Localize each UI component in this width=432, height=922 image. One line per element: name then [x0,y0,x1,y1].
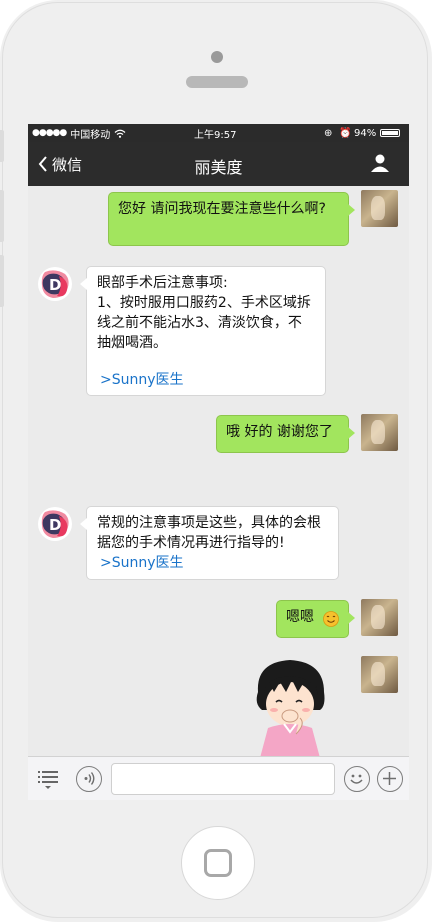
message-bubble-incoming[interactable]: 常规的注意事项是这些，具体的会根据您的手术情况再进行指导的! >Sunny医生 [80,506,339,580]
battery-icon [380,129,400,137]
smiley-icon [350,774,363,784]
home-button[interactable] [181,826,255,900]
my-avatar[interactable] [361,656,398,693]
svg-text:D: D [49,516,61,534]
cartoon-girl-sticker[interactable] [250,658,334,758]
my-avatar[interactable] [361,414,398,451]
message-text: 嗯嗯 [286,609,314,625]
message-text: 眼部手术后注意事项: 1、按时服用口服药2、手术区域拆线之前不能沾水3、清淡饮食… [97,275,311,351]
input-bar [28,756,409,800]
message-bubble-incoming[interactable]: 眼部手术后注意事项: 1、按时服用口服药2、手术区域拆线之前不能沾水3、清淡饮食… [80,266,326,396]
carrier-label: 中国移动 [70,129,111,141]
plus-icon [383,772,396,785]
nav-bar: 微信 丽美度 [28,142,409,186]
more-actions-button[interactable] [377,766,403,792]
person-icon [371,154,389,172]
message-input[interactable] [111,763,335,795]
volume-down-button [0,255,4,307]
menu-toggle-button[interactable] [36,768,60,790]
doctor-avatar[interactable]: D [37,506,73,542]
list-menu-icon [38,771,58,789]
wifi-icon [114,129,126,138]
doctor-avatar[interactable]: D [37,266,73,302]
message-bubble-outgoing[interactable]: 嗯嗯 [276,600,355,638]
clock: 上午9:57 [194,129,237,141]
message-text: 常规的注意事项是这些，具体的会根据您的手术情况再进行指导的! [97,515,321,551]
doctor-link[interactable]: >Sunny医生 [100,370,184,390]
clinic-logo-icon: D [38,267,72,301]
home-square-icon [204,849,232,877]
front-camera [211,51,223,63]
screen: ●●●●● 中国移动 上午9:57 ⊕ ⏰ 94% 微信 丽美度 您好 请问我现… [28,124,409,800]
volume-up-button [0,190,4,242]
smile-emoji-icon [323,611,339,627]
earpiece-speaker [186,76,248,88]
my-avatar[interactable] [361,190,398,227]
phone-frame: ●●●●● 中国移动 上午9:57 ⊕ ⏰ 94% 微信 丽美度 您好 请问我现… [0,0,432,922]
chat-area[interactable]: 您好 请问我现在要注意些什么啊? D 眼部手术后注意事项: 1、按时服用口服药2… [28,186,409,758]
svg-text:D: D [49,276,61,294]
signal-icon: ●●●●● [32,128,67,138]
clinic-logo-icon: D [38,507,72,541]
doctor-link[interactable]: >Sunny医生 [100,553,184,573]
message-bubble-outgoing[interactable]: 您好 请问我现在要注意些什么啊? [108,192,355,246]
alarm-icon: ⏰ [339,127,352,139]
battery-percent: 94% [354,127,377,139]
voice-icon [84,772,95,785]
voice-mode-button[interactable] [76,766,102,792]
chat-title: 丽美度 [194,158,243,177]
message-text: 您好 请问我现在要注意些什么啊? [118,201,326,217]
orientation-lock-icon: ⊕ [324,127,333,139]
message-text: 哦 好的 谢谢您了 [226,424,333,440]
contact-profile-button[interactable] [370,153,392,175]
mute-switch [0,130,4,162]
emoji-button[interactable] [344,766,370,792]
message-bubble-outgoing[interactable]: 哦 好的 谢谢您了 [216,415,355,453]
status-bar: ●●●●● 中国移动 上午9:57 ⊕ ⏰ 94% [28,124,409,142]
my-avatar[interactable] [361,599,398,636]
